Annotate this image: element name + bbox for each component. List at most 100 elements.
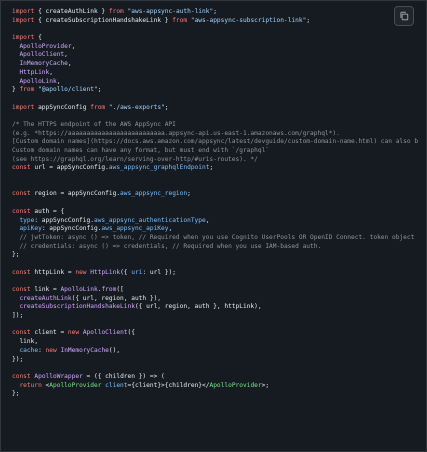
code-token: import bbox=[12, 34, 35, 42]
code-token: ; bbox=[306, 16, 311, 24]
code-token: httpLink = bbox=[30, 268, 76, 276]
code-token: client = bbox=[30, 329, 68, 337]
code-token: ; bbox=[164, 103, 169, 111]
code-token: import bbox=[12, 103, 35, 111]
code-token: = ({ children }) => ( bbox=[82, 372, 165, 380]
code-content: import { createAuthLink } from "aws-apps… bbox=[1, 1, 426, 399]
copy-button[interactable] bbox=[394, 6, 414, 26]
code-token: : bbox=[38, 346, 46, 354]
code-token: import bbox=[12, 8, 35, 15]
code-line: ApolloClient, bbox=[12, 51, 426, 60]
code-token: ; bbox=[213, 8, 217, 15]
code-token: Custom domain names can have any format,… bbox=[12, 147, 270, 154]
code-token: const bbox=[12, 207, 31, 215]
code-token: aws_appsync_authenticationType bbox=[93, 216, 206, 224]
code-token: // jwtToken: async () => token, // Requi… bbox=[19, 233, 415, 241]
code-line: createSubscriptionHandshakeLink({ url, r… bbox=[12, 303, 426, 312]
code-line: const httpLink = new HttpLink({ uri: url… bbox=[12, 269, 426, 278]
code-line: // jwtToken: async () => token, // Requi… bbox=[12, 234, 426, 243]
code-token: uri bbox=[131, 268, 143, 276]
code-token: cache bbox=[19, 346, 39, 354]
code-token: "aws-appsync-auth-link" bbox=[127, 8, 214, 15]
code-token: , bbox=[205, 216, 210, 224]
code-token: auth = { bbox=[30, 207, 65, 215]
code-line: const auth = { bbox=[12, 208, 426, 217]
code-token: from bbox=[19, 86, 35, 94]
code-line: ApolloLink, bbox=[12, 78, 426, 87]
code-token: region = appSyncConfig. bbox=[30, 190, 121, 198]
code-token: >; bbox=[261, 381, 270, 389]
code-token: type bbox=[19, 216, 35, 224]
code-token: url = appSyncConfig. bbox=[30, 164, 109, 172]
code-token: , bbox=[49, 68, 53, 76]
code-token: ApolloProvider bbox=[19, 42, 72, 50]
code-token: (), bbox=[108, 346, 121, 354]
code-token: }; bbox=[12, 251, 20, 259]
code-token: [Custom domain names](https://docs.aws.a… bbox=[12, 138, 419, 146]
code-token: aws_appsync_region bbox=[120, 190, 188, 198]
code-token: new bbox=[75, 268, 87, 276]
code-token: "@apollo/client" bbox=[38, 86, 98, 94]
code-token: link = bbox=[30, 286, 61, 293]
code-token: : appSyncConfig. bbox=[34, 216, 94, 224]
code-line: apiKey: appSyncConfig.aws_appsync_apiKey… bbox=[12, 225, 426, 234]
code-token: , bbox=[56, 77, 61, 85]
code-token: ApolloClient bbox=[82, 329, 128, 337]
code-line: import { createAuthLink } from "aws-apps… bbox=[12, 8, 426, 17]
code-line: ApolloProvider, bbox=[12, 43, 426, 52]
code-line: createAuthLink({ url, region, auth }), bbox=[12, 295, 426, 304]
code-line: }; bbox=[12, 251, 426, 260]
code-token: const bbox=[12, 329, 31, 337]
code-token: return bbox=[19, 381, 42, 389]
code-token: client bbox=[105, 381, 128, 389]
code-token: /* The HTTPS endpoint of the AWS AppSync… bbox=[12, 120, 176, 128]
code-line: const url = appSyncConfig.aws_appsync_gr… bbox=[12, 164, 426, 173]
code-token: appSyncConfig bbox=[34, 103, 91, 111]
code-token: ={client}>{children}</ bbox=[127, 381, 210, 389]
code-token: ApolloWrapper bbox=[34, 372, 83, 380]
code-token: const bbox=[12, 190, 31, 198]
code-token: link, bbox=[12, 338, 39, 346]
code-line: InMemoryCache, bbox=[12, 60, 426, 69]
code-token: ({ url, region, auth }), bbox=[71, 294, 162, 302]
code-line: } from "@apollo/client"; bbox=[12, 86, 426, 95]
code-token: from bbox=[90, 103, 106, 111]
code-line: /* The HTTPS endpoint of the AWS AppSync… bbox=[12, 121, 426, 130]
code-token: from bbox=[101, 286, 117, 293]
code-line: Custom domain names can have any format,… bbox=[12, 147, 426, 156]
code-token: HttpLink bbox=[90, 268, 121, 276]
code-token: ApolloProvider bbox=[49, 381, 102, 389]
code-line: type: appSyncConfig.aws_appsync_authenti… bbox=[12, 217, 426, 226]
code-token: import bbox=[12, 16, 35, 24]
code-token: InMemoryCache bbox=[19, 60, 68, 68]
code-token: ApolloLink bbox=[19, 77, 57, 85]
code-token: createAuthLink bbox=[19, 294, 72, 302]
code-token: : url }); bbox=[142, 268, 176, 276]
code-line: const client = new ApolloClient({ bbox=[12, 329, 426, 338]
code-line: return <ApolloProvider client={client}>{… bbox=[12, 382, 426, 391]
code-token: (e.g. *https://aaaaaaaaaaaaaaaaaaaaaaaaa… bbox=[12, 129, 340, 137]
code-line: // credentials: async () => credentials,… bbox=[12, 243, 426, 252]
code-line: const ApolloWrapper = ({ children }) => … bbox=[12, 373, 426, 382]
code-token: new bbox=[45, 346, 57, 354]
code-token: (see https://graphql.org/learn/serving-o… bbox=[12, 155, 258, 163]
code-token: , bbox=[71, 42, 76, 50]
code-token: }; bbox=[12, 390, 20, 398]
code-token: new bbox=[67, 329, 80, 337]
code-line: cache: new InMemoryCache(), bbox=[12, 347, 426, 356]
code-token: { createAuthLink } bbox=[34, 8, 109, 15]
code-token: ApolloClient bbox=[19, 51, 65, 59]
code-token: createSubscriptionHandshakeLink bbox=[19, 303, 135, 311]
code-line: const region = appSyncConfig.aws_appsync… bbox=[12, 190, 426, 199]
code-line: HttpLink, bbox=[12, 69, 426, 78]
code-token: apiKey bbox=[19, 225, 42, 233]
code-line: (see https://graphql.org/learn/serving-o… bbox=[12, 156, 426, 165]
code-token: ({ bbox=[127, 329, 135, 337]
code-token: ; bbox=[209, 164, 214, 172]
